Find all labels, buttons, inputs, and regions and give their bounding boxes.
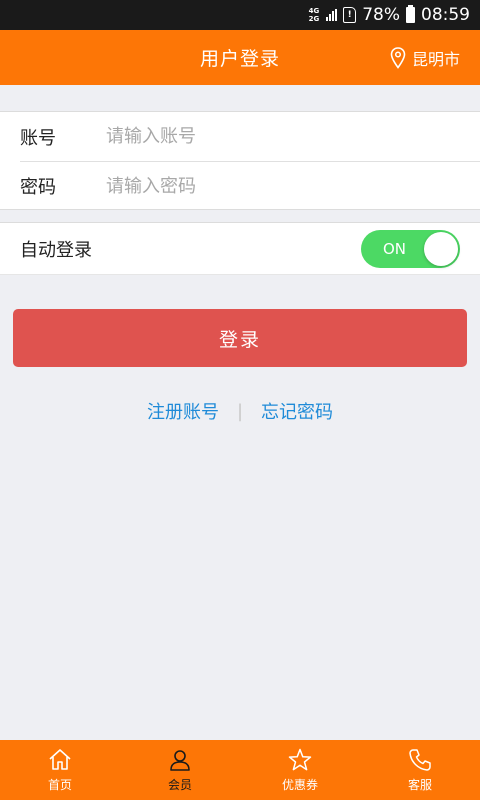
nav-item-support[interactable]: 客服 [360,740,480,800]
auto-login-toggle[interactable]: ON [361,229,460,268]
nav-label-member: 会员 [167,778,192,792]
account-row: 账号 [0,112,480,161]
register-link[interactable]: 注册账号 [147,398,219,424]
home-icon [49,749,71,770]
user-icon [170,750,190,771]
location-selector[interactable]: 昆明市 [390,30,460,85]
forgot-password-link[interactable]: 忘记密码 [261,398,333,424]
auto-login-row: 自动登录 ON [0,222,480,275]
account-input[interactable] [106,126,480,147]
nav-label-home: 首页 [47,778,72,792]
login-form: 账号 密码 [0,111,480,210]
status-bar: 4G 2G ! 78% 08:59 [0,0,480,30]
bottom-navigation: 首页 会员 优惠券 客服 [0,740,480,800]
toggle-state-text: ON [383,239,407,258]
toggle-knob [424,231,458,266]
network-type-bottom: 2G [308,15,320,23]
location-city: 昆明市 [411,49,460,69]
signal-icon [326,9,338,21]
app-header: 用户登录 昆明市 [0,30,480,85]
network-type-top: 4G [308,7,320,15]
battery-icon [406,5,415,23]
phone-icon [409,749,431,771]
nav-item-home[interactable]: 首页 [0,740,120,800]
page-title: 用户登录 [199,48,280,70]
network-type: 4G 2G [309,7,320,23]
login-button[interactable]: 登录 [13,309,467,367]
clock: 08:59 [421,5,470,25]
account-links: 注册账号 | 忘记密码 [0,396,480,426]
sim-alert: ! [347,10,352,20]
location-pin-icon [390,46,406,69]
password-row: 密码 [20,161,480,210]
nav-label-coupons: 优惠券 [281,778,318,792]
nav-item-coupons[interactable]: 优惠券 [240,740,360,800]
password-label: 密码 [20,177,56,198]
account-label: 账号 [20,127,56,149]
sim-card-icon: ! [343,7,357,23]
nav-item-member[interactable]: 会员 [120,740,240,800]
nav-label-support: 客服 [407,778,432,792]
link-divider: | [236,400,244,422]
star-icon [288,748,312,771]
auto-login-label: 自动登录 [20,239,92,261]
battery-percentage: 78% [362,5,400,25]
password-input[interactable] [106,175,480,197]
